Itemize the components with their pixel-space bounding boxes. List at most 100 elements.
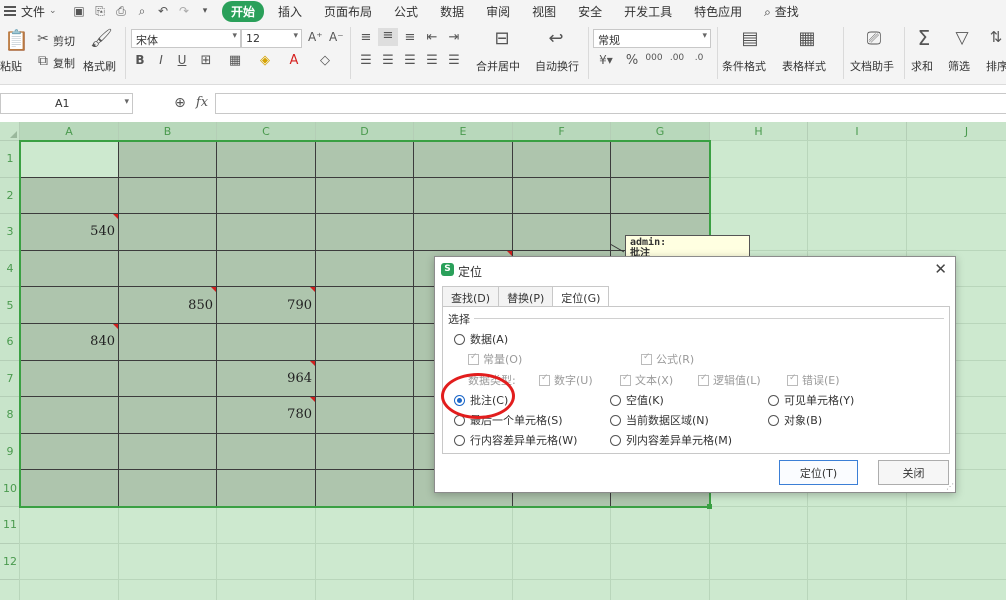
doc-assistant-icon[interactable]: ⎚: [862, 28, 886, 49]
sort-icon[interactable]: ⇅: [988, 28, 1004, 46]
option-logical[interactable]: 逻辑值(L): [698, 372, 761, 388]
tab-find[interactable]: 查找(D): [442, 286, 499, 307]
underline-icon[interactable]: U: [176, 53, 188, 67]
row-header-2[interactable]: 2: [0, 177, 20, 215]
filter-icon[interactable]: ▽: [951, 28, 973, 48]
cell-B7[interactable]: [119, 360, 217, 398]
redo-icon[interactable]: ↷: [177, 4, 191, 18]
column-header-F[interactable]: F: [513, 122, 611, 141]
increase-font-icon[interactable]: A⁺: [308, 30, 323, 44]
cell-G1[interactable]: [611, 141, 710, 178]
formula-input[interactable]: [215, 93, 1006, 114]
format-painter-button[interactable]: 格式刷: [83, 58, 116, 74]
cell-G2[interactable]: [611, 177, 710, 215]
cell-A7[interactable]: [20, 360, 119, 398]
cell-A1[interactable]: [20, 141, 119, 178]
cell-F1[interactable]: [513, 141, 611, 178]
cut-button[interactable]: 剪切: [53, 33, 75, 49]
row-header-5[interactable]: 5: [0, 287, 20, 324]
indent-increase-icon[interactable]: ⇥: [446, 30, 462, 45]
cell-E3[interactable]: [414, 214, 513, 251]
option-formulas[interactable]: 公式(R): [641, 351, 694, 367]
fx-icon[interactable]: fx: [193, 95, 211, 110]
bold-icon[interactable]: B: [134, 53, 146, 67]
cell-D5[interactable]: [316, 287, 414, 324]
checkbox-error[interactable]: [787, 373, 798, 386]
option-error[interactable]: 错误(E): [787, 372, 840, 388]
radio-objects[interactable]: [768, 414, 779, 426]
dialog-titlebar[interactable]: S 定位 ✕: [435, 257, 955, 283]
font-color-icon[interactable]: A: [287, 53, 301, 68]
cell-B6[interactable]: [119, 324, 217, 361]
conditional-format-icon[interactable]: ▤: [738, 28, 762, 49]
cell-C2[interactable]: [217, 177, 316, 215]
sum-icon[interactable]: Σ: [913, 26, 935, 50]
option-current-region[interactable]: 当前数据区域(N): [610, 412, 709, 428]
column-header-D[interactable]: D: [316, 122, 414, 141]
align-right-icon[interactable]: ☰: [402, 53, 418, 68]
cell-A5[interactable]: [20, 287, 119, 324]
option-col-diff[interactable]: 列内容差异单元格(M): [610, 432, 732, 448]
indent-decrease-icon[interactable]: ⇤: [424, 30, 440, 45]
sum-button[interactable]: 求和: [911, 58, 933, 74]
decrease-decimal-icon[interactable]: .0: [690, 53, 708, 63]
tab-goto[interactable]: 定位(G): [552, 286, 610, 307]
cell-B5[interactable]: 850: [119, 287, 217, 324]
print-preview-icon[interactable]: ⌕: [135, 4, 149, 19]
close-button[interactable]: 关闭: [878, 460, 949, 485]
column-header-J[interactable]: J: [907, 122, 1006, 141]
cell-C1[interactable]: [217, 141, 316, 178]
close-icon[interactable]: ✕: [934, 260, 947, 278]
filter-button[interactable]: 筛选: [948, 58, 970, 74]
tab-data[interactable]: 数据: [440, 3, 464, 20]
tab-review[interactable]: 审阅: [486, 3, 510, 20]
checkbox-constants[interactable]: [468, 352, 479, 365]
percent-icon[interactable]: %: [624, 53, 640, 68]
font-size-select[interactable]: 12 ▾: [241, 29, 302, 48]
cell-D10[interactable]: [316, 470, 414, 507]
goto-button[interactable]: 定位(T): [779, 460, 858, 485]
increase-decimal-icon[interactable]: .00: [668, 53, 686, 63]
file-menu[interactable]: 文件 ⌄: [0, 3, 66, 20]
tab-special[interactable]: 特色应用: [694, 3, 742, 20]
checkbox-number[interactable]: [539, 373, 550, 386]
doc-assistant-button[interactable]: 文档助手: [850, 58, 894, 74]
row-header-9[interactable]: 9: [0, 433, 20, 471]
column-header-A[interactable]: A: [20, 122, 119, 141]
cell-C3[interactable]: [217, 214, 316, 251]
row-header-11[interactable]: 11: [0, 507, 20, 544]
tab-view[interactable]: 视图: [532, 3, 556, 20]
cell-A9[interactable]: [20, 433, 119, 471]
column-header-C[interactable]: C: [217, 122, 316, 141]
row-header-1[interactable]: 1: [0, 141, 20, 178]
column-header-I[interactable]: I: [808, 122, 907, 141]
tab-page-layout[interactable]: 页面布局: [324, 3, 372, 20]
tab-replace[interactable]: 替换(P): [498, 286, 553, 307]
wrap-text-button[interactable]: 自动换行: [535, 58, 579, 74]
scissors-icon[interactable]: ✂: [36, 31, 50, 47]
cell-A3[interactable]: 540: [20, 214, 119, 251]
cell-A8[interactable]: [20, 397, 119, 434]
cell-D8[interactable]: [316, 397, 414, 434]
cell-C7[interactable]: 964: [217, 360, 316, 398]
justify-icon[interactable]: ☰: [424, 53, 440, 68]
cell-B4[interactable]: [119, 250, 217, 288]
column-header-E[interactable]: E: [414, 122, 513, 141]
resize-grip-icon[interactable]: ⋰: [946, 482, 954, 491]
row-header-4[interactable]: 4: [0, 250, 20, 288]
eraser-icon[interactable]: ◇: [318, 53, 332, 68]
copy-button[interactable]: 复制: [53, 55, 75, 71]
distributed-icon[interactable]: ☰: [446, 53, 462, 68]
cell-B9[interactable]: [119, 433, 217, 471]
thousands-icon[interactable]: 000: [645, 53, 663, 63]
cell-B1[interactable]: [119, 141, 217, 178]
format-painter-icon[interactable]: 🖌: [90, 28, 113, 49]
merge-center-button[interactable]: 合并居中: [476, 58, 520, 74]
print-icon[interactable]: ⎙: [114, 4, 128, 19]
undo-icon[interactable]: ↶: [156, 4, 170, 18]
search-menu[interactable]: ⌕ 查找: [764, 3, 799, 20]
customize-chevron-icon[interactable]: ▾: [198, 6, 212, 16]
option-constants[interactable]: 常量(O): [468, 351, 522, 367]
wrap-text-icon[interactable]: ↩: [544, 28, 568, 49]
radio-blanks[interactable]: [610, 394, 621, 406]
